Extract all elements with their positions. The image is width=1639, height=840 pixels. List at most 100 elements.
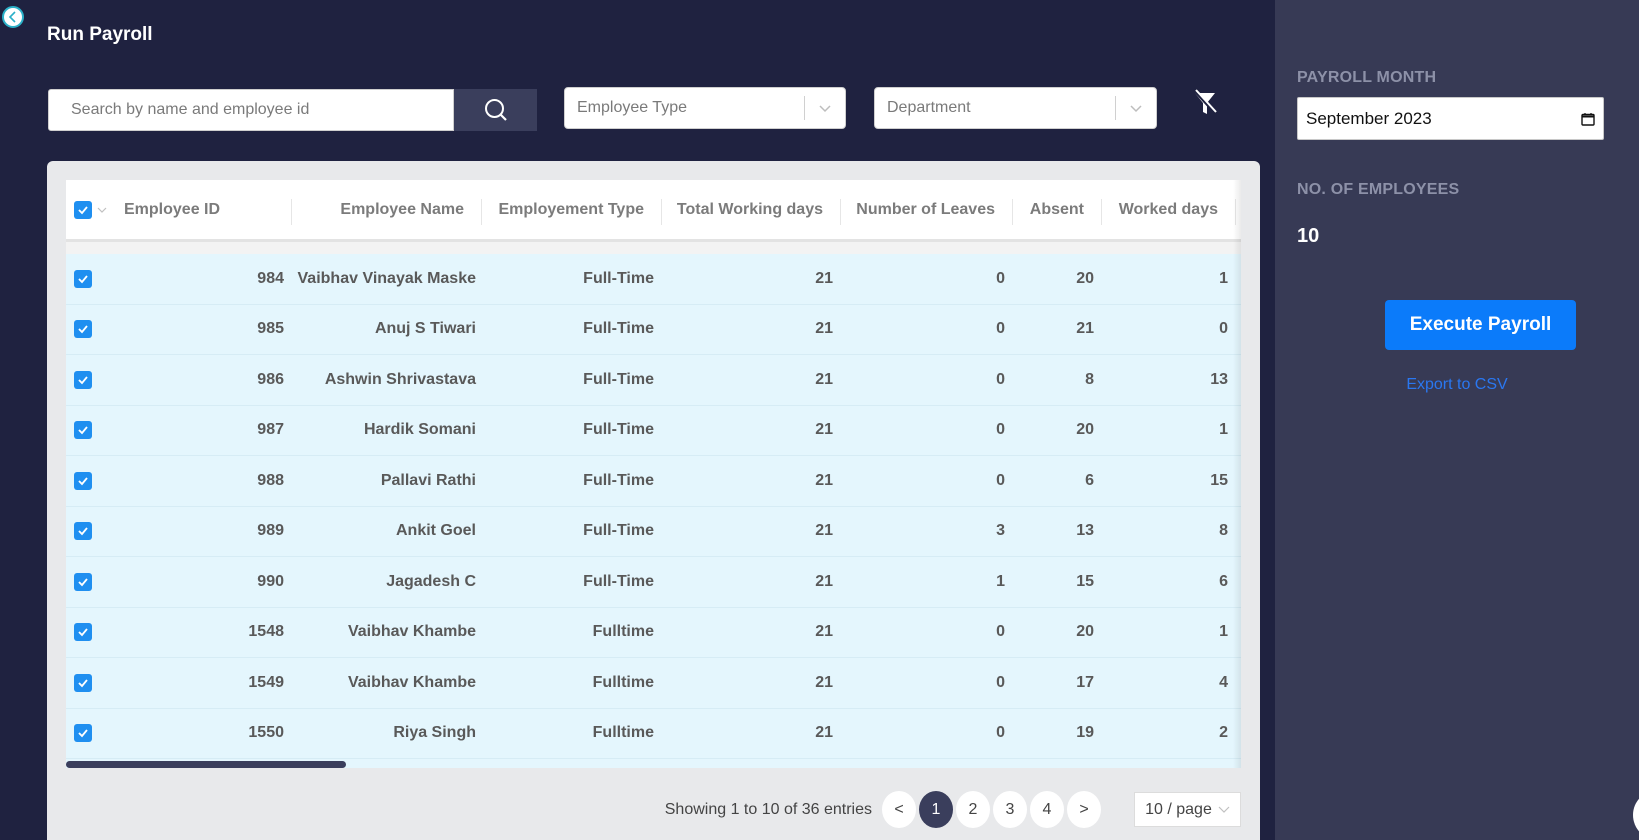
- table-row[interactable]: 989 Ankit Goel Full-Time 21 3 13 8: [66, 506, 1241, 557]
- prev-page-button[interactable]: <: [882, 791, 916, 828]
- export-csv-link[interactable]: Export to CSV: [1275, 376, 1639, 394]
- employment-type-cell: Full-Time: [583, 572, 654, 590]
- employment-type-cell: Full-Time: [583, 269, 654, 287]
- total-working-days-cell: 21: [815, 572, 833, 590]
- table-row[interactable]: 985 Anuj S Tiwari Full-Time 21 0 21 0: [66, 304, 1241, 355]
- employee-table: Employee ID Employee Name Employement Ty…: [66, 180, 1241, 768]
- select-all-checkbox[interactable]: [74, 200, 92, 219]
- payroll-month-label: PAYROLL MONTH: [1297, 69, 1437, 86]
- employee-id-cell: 990: [257, 572, 284, 590]
- leaves-cell: 3: [996, 522, 1005, 540]
- department-select[interactable]: Department: [874, 87, 1157, 129]
- row-checkbox[interactable]: [74, 572, 92, 591]
- row-checkbox-cell: [66, 471, 124, 490]
- table-row[interactable]: 1549 Vaibhav Khambe Fulltime 21 0 17 4: [66, 658, 1241, 709]
- check-icon: [78, 275, 88, 284]
- next-page-button[interactable]: >: [1067, 791, 1101, 828]
- column-header-absent[interactable]: Absent: [1013, 180, 1102, 241]
- search-bar: [48, 89, 537, 131]
- table-row[interactable]: 1548 Vaibhav Khambe Fulltime 21 0 20 1: [66, 607, 1241, 658]
- column-header-number-of-leaves[interactable]: Number of Leaves: [841, 180, 1013, 241]
- total-working-days-cell: 21: [815, 370, 833, 388]
- employee-id-cell: 988: [257, 471, 284, 489]
- employee-type-select[interactable]: Employee Type: [564, 87, 846, 129]
- page-button-2[interactable]: 2: [956, 791, 990, 828]
- employee-name-cell: Anuj S Tiwari: [374, 320, 476, 338]
- main-panel: Run Payroll Employee Type Department Emp…: [0, 0, 1275, 840]
- execute-payroll-button[interactable]: Execute Payroll: [1385, 300, 1576, 350]
- absent-cell: 21: [1076, 320, 1094, 338]
- column-header-worked-days[interactable]: Worked days: [1102, 180, 1236, 241]
- table-header: Employee ID Employee Name Employement Ty…: [66, 180, 1241, 242]
- employment-type-cell: Full-Time: [583, 320, 654, 338]
- row-checkbox[interactable]: [74, 724, 92, 743]
- check-icon: [78, 376, 88, 385]
- row-checkbox-cell: [66, 724, 124, 743]
- employee-id-cell: 989: [257, 522, 284, 540]
- absent-cell: 20: [1076, 421, 1094, 439]
- page-title: Run Payroll: [47, 24, 153, 45]
- check-icon: [78, 578, 88, 587]
- search-icon: [484, 99, 507, 121]
- row-checkbox-cell: [66, 522, 124, 541]
- table-row[interactable]: 986 Ashwin Shrivastava Full-Time 21 0 8 13: [66, 355, 1241, 406]
- search-input[interactable]: [48, 89, 454, 131]
- row-checkbox[interactable]: [74, 623, 92, 642]
- total-working-days-cell: 21: [815, 320, 833, 338]
- page-button-4[interactable]: 4: [1030, 791, 1064, 828]
- leaves-cell: 0: [996, 623, 1005, 641]
- column-header-total-working-days[interactable]: Total Working days: [662, 180, 841, 241]
- table-row[interactable]: 988 Pallavi Rathi Full-Time 21 0 6 15: [66, 456, 1241, 507]
- employee-name-cell: Hardik Somani: [363, 421, 476, 439]
- table-row[interactable]: 987 Hardik Somani Full-Time 21 0 20 1: [66, 405, 1241, 456]
- employees-count-label: NO. OF EMPLOYEES: [1297, 181, 1460, 198]
- leaves-cell: 0: [996, 673, 1005, 691]
- total-working-days-cell: 21: [815, 522, 833, 540]
- total-working-days-cell: 21: [815, 471, 833, 489]
- employee-name-cell: Ankit Goel: [395, 522, 476, 540]
- row-checkbox[interactable]: [74, 320, 92, 339]
- filter-off-icon: [1193, 89, 1217, 115]
- table-row[interactable]: 990 Jagadesh C Full-Time 21 1 15 6: [66, 557, 1241, 608]
- payroll-sidebar: PAYROLL MONTH September 2023 NO. OF EMPL…: [1275, 0, 1639, 840]
- total-working-days-cell: 21: [815, 623, 833, 641]
- horizontal-scrollbar[interactable]: [66, 761, 346, 768]
- total-working-days-cell: 21: [815, 269, 833, 287]
- leaves-cell: 0: [996, 370, 1005, 388]
- page-size-select[interactable]: 10 / page: [1134, 792, 1241, 827]
- worked-days-cell: 1: [1219, 269, 1228, 287]
- check-icon: [78, 325, 88, 334]
- absent-cell: 15: [1076, 572, 1094, 590]
- column-header-employee-name[interactable]: Employee Name: [292, 180, 482, 241]
- absent-cell: 20: [1076, 269, 1094, 287]
- employment-type-cell: Full-Time: [583, 370, 654, 388]
- row-checkbox[interactable]: [74, 421, 92, 440]
- table-row[interactable]: 984 Vaibhav Vinayak Maske Full-Time 21 0 20 1: [66, 254, 1241, 305]
- clear-filter-button[interactable]: [1190, 88, 1220, 118]
- worked-days-cell: 15: [1210, 471, 1228, 489]
- row-checkbox[interactable]: [74, 269, 92, 288]
- chevron-down-icon[interactable]: [97, 206, 107, 214]
- column-header-employment-type[interactable]: Employement Type: [482, 180, 662, 241]
- row-checkbox[interactable]: [74, 522, 92, 541]
- worked-days-cell: 0: [1219, 320, 1228, 338]
- row-checkbox[interactable]: [74, 673, 92, 692]
- page-button-1[interactable]: 1: [919, 791, 953, 828]
- pagination-info: Showing 1 to 10 of 36 entries: [664, 800, 872, 818]
- row-checkbox-cell: [66, 421, 124, 440]
- row-checkbox[interactable]: [74, 471, 92, 490]
- row-checkbox[interactable]: [74, 370, 92, 389]
- chevron-down-icon: [805, 103, 845, 113]
- employment-type-cell: Fulltime: [592, 724, 654, 742]
- check-icon: [78, 729, 88, 738]
- employee-name-cell: Pallavi Rathi: [380, 471, 476, 489]
- search-button[interactable]: [454, 89, 537, 131]
- employment-type-cell: Full-Time: [583, 522, 654, 540]
- payroll-month-input[interactable]: September 2023: [1297, 97, 1604, 140]
- back-button[interactable]: [2, 6, 24, 28]
- employee-id-cell: 1548: [248, 623, 284, 641]
- calendar-icon[interactable]: [1581, 112, 1595, 126]
- page-button-3[interactable]: 3: [993, 791, 1027, 828]
- table-row[interactable]: 1550 Riya Singh Fulltime 21 0 19 2: [66, 708, 1241, 759]
- column-header-employee-id[interactable]: Employee ID: [124, 180, 292, 241]
